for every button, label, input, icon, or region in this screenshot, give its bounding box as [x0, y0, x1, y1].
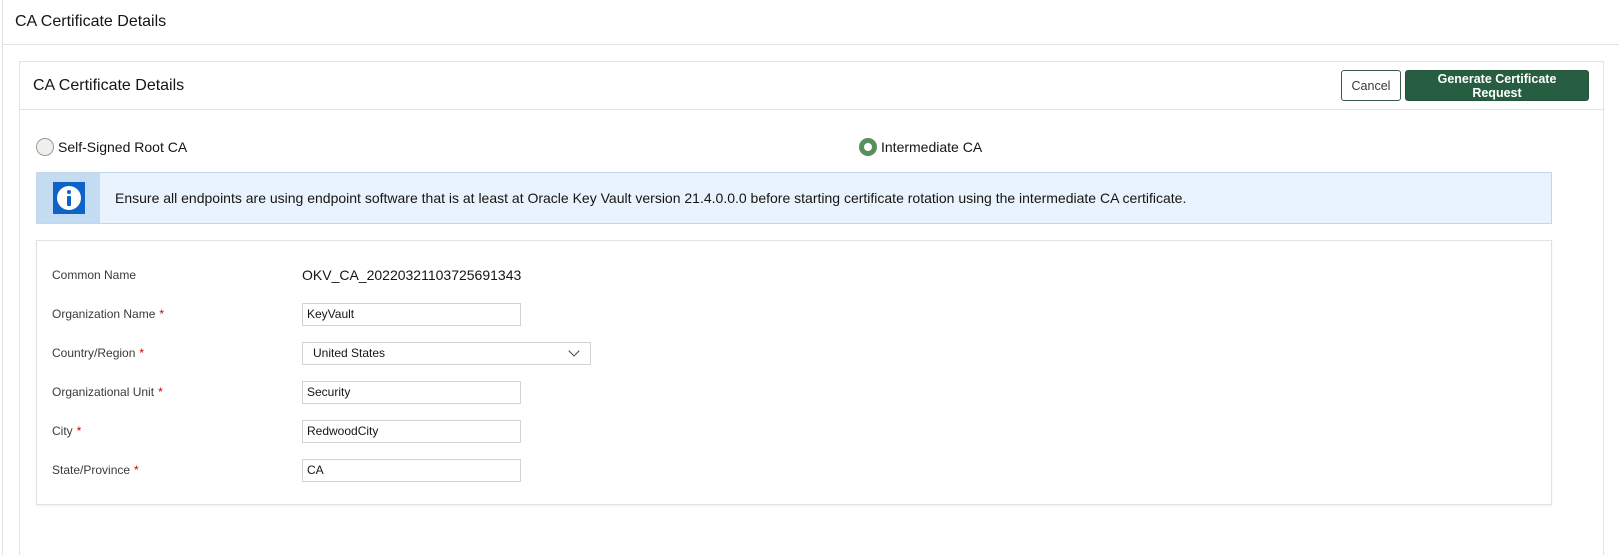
ca-details-card: CA Certificate Details Cancel Generate C…: [19, 61, 1604, 555]
radio-self-signed-root-ca[interactable]: Self-Signed Root CA: [36, 138, 187, 156]
banner-message: Ensure all endpoints are using endpoint …: [115, 190, 1187, 206]
country-select[interactable]: United States: [302, 341, 591, 365]
required-marker: *: [76, 424, 82, 438]
required-marker: *: [139, 346, 145, 360]
form-row-org-unit: Organizational Unit * Security: [52, 380, 1551, 404]
form-row-organization-name: Organization Name * KeyVault: [52, 302, 1551, 326]
radio-label: Self-Signed Root CA: [58, 139, 188, 155]
radio-intermediate-ca[interactable]: Intermediate CA: [859, 138, 982, 156]
page-container: CA Certificate Details CA Certificate De…: [2, 0, 1619, 555]
card-header: CA Certificate Details Cancel Generate C…: [20, 62, 1603, 110]
required-marker: *: [134, 463, 139, 477]
form-row-country: Country/Region * United States: [52, 341, 1551, 365]
organization-name-label: Organization Name *: [52, 307, 165, 321]
card-title: CA Certificate Details: [33, 76, 185, 94]
page-header: CA Certificate Details: [3, 0, 1619, 45]
org-unit-label: Organizational Unit *: [52, 385, 163, 399]
common-name-value: OKV_CA_20220321103725691343: [302, 267, 522, 283]
org-unit-input[interactable]: Security: [302, 380, 521, 404]
radio-selected-icon[interactable]: [859, 138, 877, 156]
country-label: Country/Region *: [52, 346, 145, 360]
state-label: State/Province *: [52, 463, 139, 477]
form-row-state: State/Province * CA: [52, 458, 1551, 482]
radio-label: Intermediate CA: [881, 139, 983, 155]
required-marker: *: [159, 307, 165, 321]
radio-unselected-icon[interactable]: [36, 138, 54, 156]
banner-icon-cell: [37, 173, 100, 223]
page-title: CA Certificate Details: [15, 13, 167, 30]
city-label: City *: [52, 424, 82, 438]
state-input[interactable]: CA: [302, 458, 521, 482]
info-banner: Ensure all endpoints are using endpoint …: [36, 172, 1552, 224]
cancel-button[interactable]: Cancel: [1341, 70, 1401, 101]
certificate-form: Common Name OKV_CA_20220321103725691343 …: [36, 240, 1552, 505]
country-select-value: United States: [313, 346, 386, 360]
common-name-label: Common Name: [52, 268, 137, 282]
organization-name-input[interactable]: KeyVault: [302, 302, 521, 326]
info-icon: [52, 182, 85, 214]
ca-type-radio-group: Self-Signed Root CA Intermediate CA: [36, 138, 1603, 158]
chevron-down-icon[interactable]: [568, 345, 580, 357]
generate-certificate-request-button[interactable]: Generate Certificate Request: [1405, 70, 1589, 101]
required-marker: *: [158, 385, 163, 399]
form-row-city: City * RedwoodCity: [52, 419, 1551, 443]
city-input[interactable]: RedwoodCity: [302, 419, 521, 443]
form-row-common-name: Common Name OKV_CA_20220321103725691343: [52, 263, 1551, 287]
